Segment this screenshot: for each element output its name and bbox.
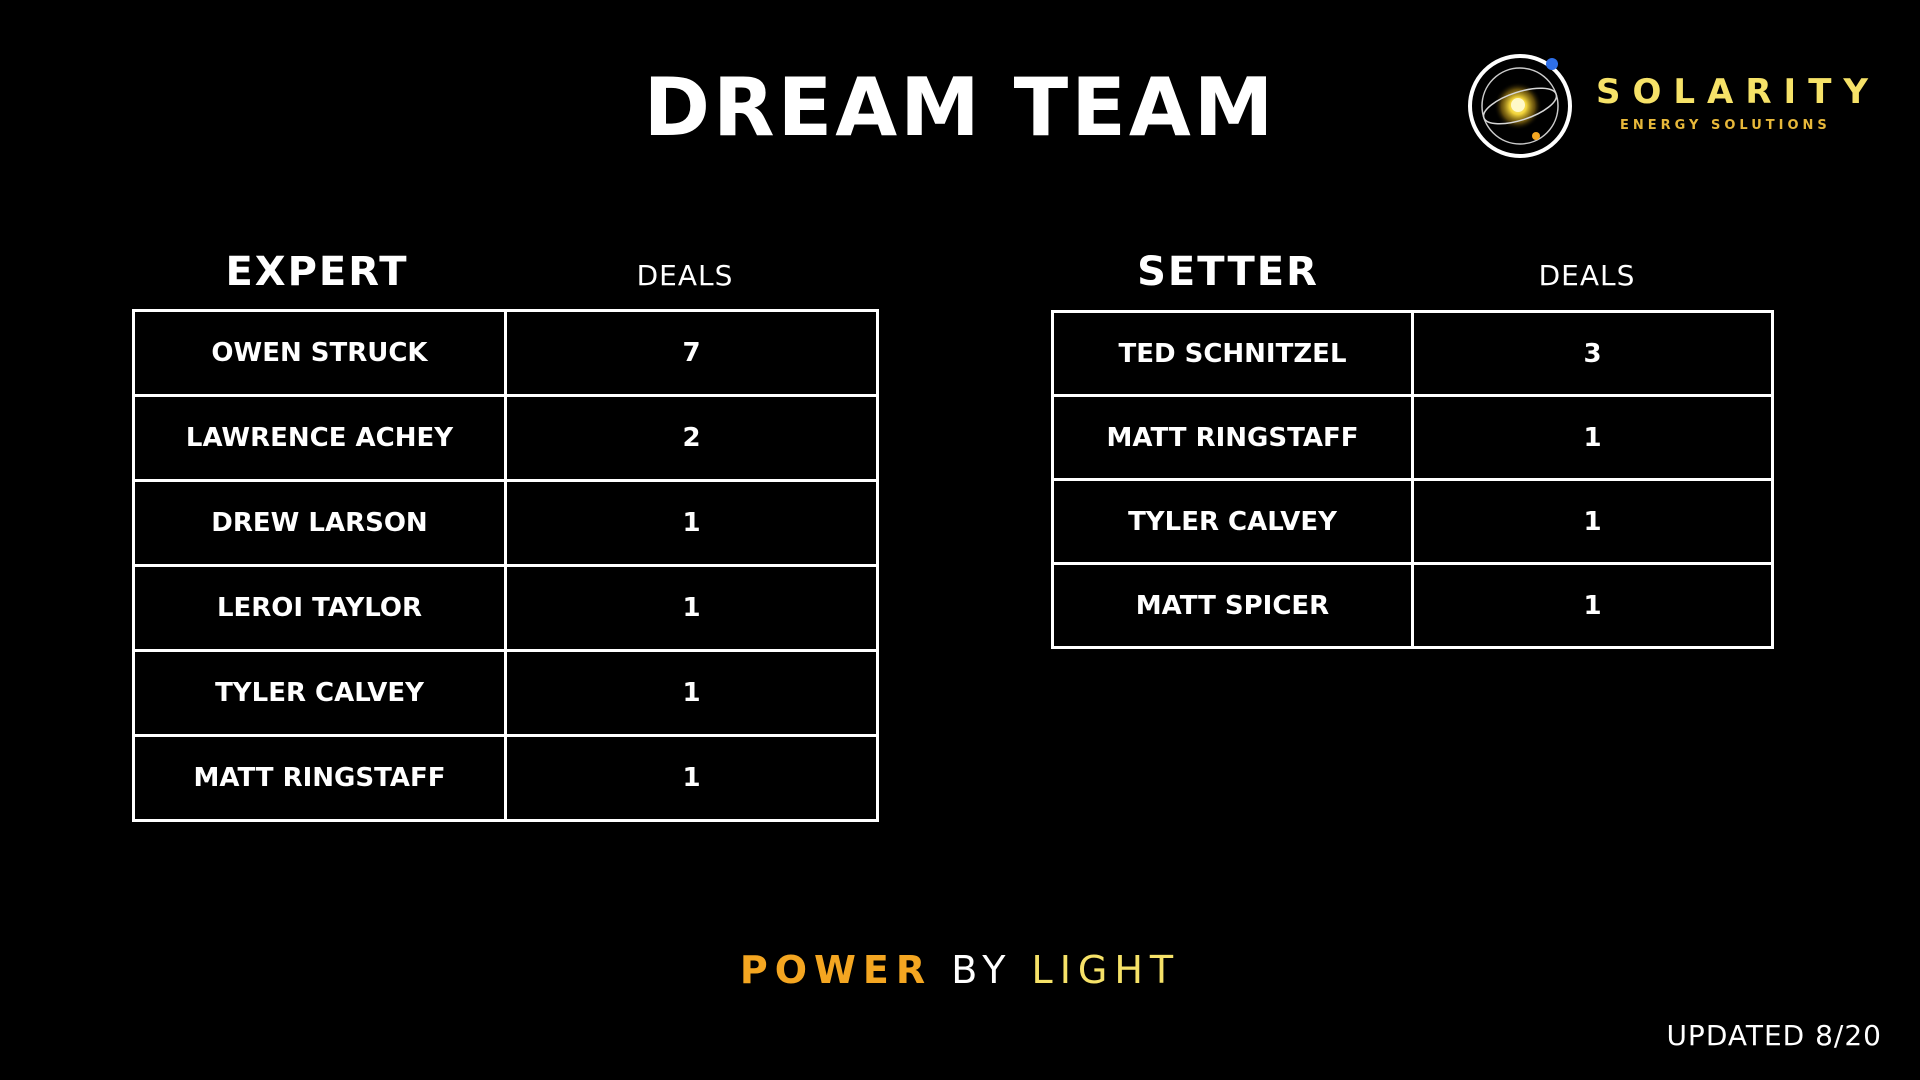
setter-table: TED SCHNITZEL 3 MATT RINGSTAFF 1 TYLER CALVE… [1051, 310, 1774, 649]
table-row: TED SCHNITZEL 3 [1051, 310, 1774, 397]
setter-header: SETTER [1137, 249, 1319, 295]
table-row: OWEN STRUCK 7 [132, 309, 879, 397]
deals-cell: 1 [1411, 562, 1774, 649]
table-row: LEROI TAYLOR 1 [132, 564, 879, 652]
name-cell: OWEN STRUCK [132, 309, 507, 397]
table-row: TYLER CALVEY 1 [1051, 478, 1774, 565]
tagline-light: LIGHT [1031, 948, 1181, 992]
table-row: MATT RINGSTAFF 1 [132, 734, 879, 822]
name-cell: LAWRENCE ACHEY [132, 394, 507, 482]
tagline: POWER BY LIGHT [0, 945, 1920, 995]
expert-deals-header: DEALS [636, 259, 734, 292]
orbit-sun-icon [1468, 54, 1572, 158]
updated-date: UPDATED 8/20 [1666, 1019, 1882, 1052]
brand-subtitle: ENERGY SOLUTIONS [1620, 118, 1831, 133]
name-cell: MATT SPICER [1051, 562, 1414, 649]
name-cell: MATT RINGSTAFF [132, 734, 507, 822]
setter-deals-header: DEALS [1538, 259, 1636, 292]
name-cell: TED SCHNITZEL [1051, 310, 1414, 397]
name-cell: MATT RINGSTAFF [1051, 394, 1414, 481]
deals-cell: 2 [504, 394, 879, 482]
table-row: TYLER CALVEY 1 [132, 649, 879, 737]
table-row: MATT SPICER 1 [1051, 562, 1774, 649]
table-row: LAWRENCE ACHEY 2 [132, 394, 879, 482]
name-cell: LEROI TAYLOR [132, 564, 507, 652]
brand-name: SOLARITY [1596, 72, 1881, 112]
name-cell: DREW LARSON [132, 479, 507, 567]
deals-cell: 1 [1411, 478, 1774, 565]
deals-cell: 1 [504, 734, 879, 822]
brand-logo: SOLARITY ENERGY SOLUTIONS [1466, 50, 1868, 165]
tagline-by: BY [951, 948, 1013, 992]
table-row: DREW LARSON 1 [132, 479, 879, 567]
expert-header: EXPERT [225, 249, 409, 295]
deals-cell: 7 [504, 309, 879, 397]
name-cell: TYLER CALVEY [1051, 478, 1414, 565]
deals-cell: 1 [504, 479, 879, 567]
deals-cell: 1 [1411, 394, 1774, 481]
expert-table: OWEN STRUCK 7 LAWRENCE ACHEY 2 DREW LARSON 1 L… [132, 309, 879, 822]
deals-cell: 3 [1411, 310, 1774, 397]
table-row: MATT RINGSTAFF 1 [1051, 394, 1774, 481]
tagline-power: POWER [739, 948, 933, 992]
deals-cell: 1 [504, 564, 879, 652]
leaderboard-page: DREAM TEAM SOLARITY ENERGY SOLUTIONS EXP… [0, 0, 1920, 1080]
name-cell: TYLER CALVEY [132, 649, 507, 737]
deals-cell: 1 [504, 649, 879, 737]
